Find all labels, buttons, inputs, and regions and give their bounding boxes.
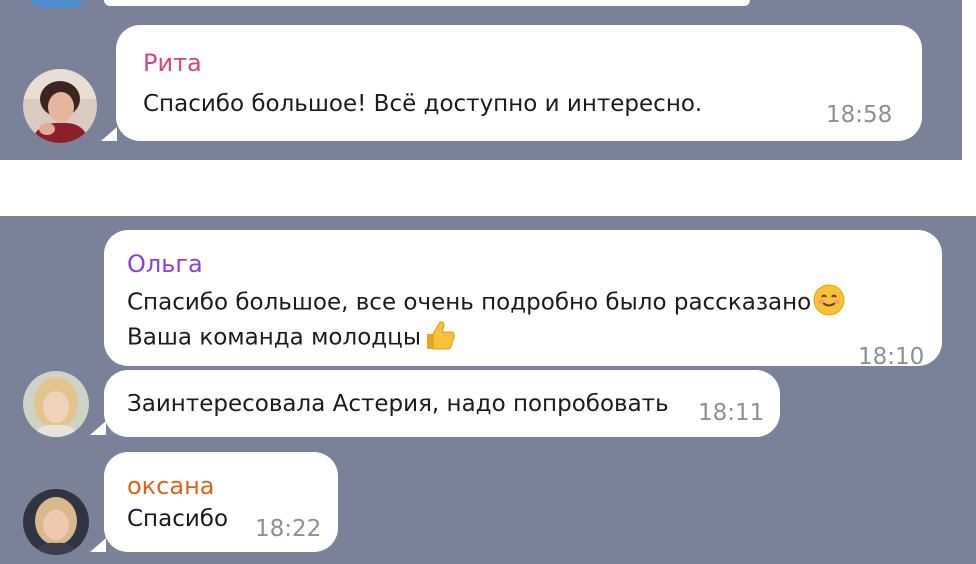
message-bubble-oksana[interactable]: оксана Спасибо 18:22 <box>104 452 338 552</box>
message-time: 18:10 <box>858 344 925 370</box>
bubble-tail <box>90 421 106 435</box>
avatar-oksana[interactable] <box>23 489 89 555</box>
previous-message-bubble[interactable] <box>104 0 750 6</box>
sender-name[interactable]: Ольга <box>127 250 203 278</box>
bubble-tail <box>101 127 117 141</box>
smiling-face-emoji <box>813 284 845 322</box>
message-line-1: Спасибо большое, все очень подробно было… <box>127 284 845 322</box>
bubble-tail <box>90 538 106 552</box>
chat-panel-bottom: Ольга Спасибо большое, все очень подробн… <box>0 216 976 564</box>
avatar-rita[interactable] <box>23 69 97 143</box>
message-text: Спасибо большое! Всё доступно и интересн… <box>143 91 703 117</box>
message-line-2: Ваша команда молодцы <box>127 318 457 358</box>
message-time: 18:22 <box>255 516 322 542</box>
sender-name[interactable]: оксана <box>127 472 214 500</box>
message-bubble-rita[interactable]: Рита Спасибо большое! Всё доступно и инт… <box>116 25 922 141</box>
message-text: Заинтересовала Астерия, надо попробовать <box>127 391 669 417</box>
message-bubble-olga[interactable]: Ольга Спасибо большое, все очень подробн… <box>104 230 942 370</box>
message-time: 18:11 <box>698 400 765 426</box>
message-text: Спасибо <box>127 506 229 532</box>
message-time: 18:58 <box>826 102 893 128</box>
avatar-partial[interactable] <box>30 0 84 8</box>
thumbs-up-emoji <box>423 318 457 358</box>
sender-name[interactable]: Рита <box>143 49 202 77</box>
message-bubble-user-2[interactable]: Заинтересовала Астерия, надо попробовать… <box>104 370 780 437</box>
avatar-user-2[interactable] <box>23 371 89 437</box>
chat-panel-top: Рита Спасибо большое! Всё доступно и инт… <box>0 0 962 160</box>
